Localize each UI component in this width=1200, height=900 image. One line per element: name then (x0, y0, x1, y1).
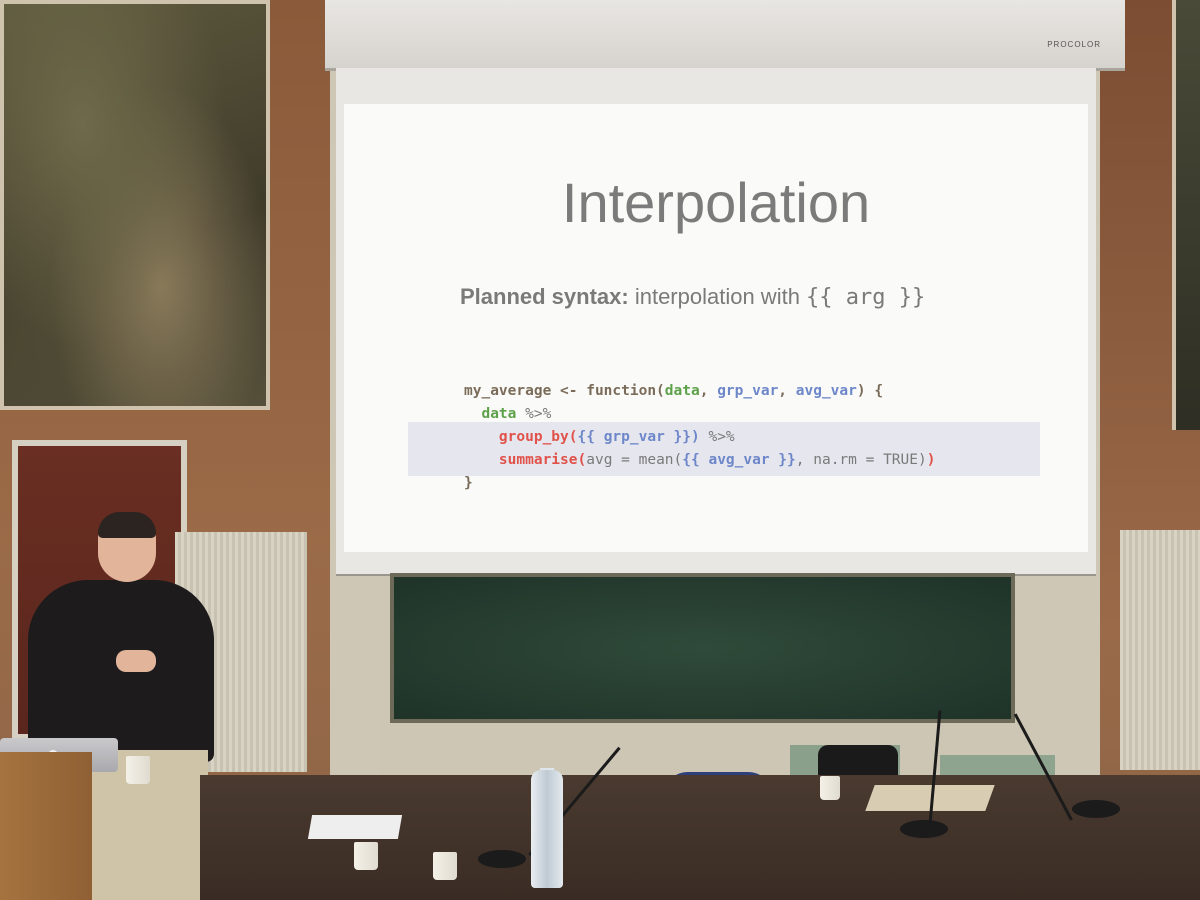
housing-brand-label: PROCOLOR (1047, 40, 1101, 49)
water-bottle (531, 770, 563, 888)
slide-title: Interpolation (561, 171, 871, 234)
code-line-5: } (464, 475, 473, 491)
slide-subtitle-text: interpolation with (628, 284, 807, 309)
mural-painting-right (1172, 0, 1200, 430)
microphone-base (478, 850, 526, 868)
presentation-slide: Interpolation Planned syntax: interpolat… (344, 104, 1088, 552)
paper-cup (354, 842, 378, 870)
presenter-hair (98, 512, 156, 538)
podium (0, 752, 92, 900)
code-line-4: summarise(avg = mean({{ avg_var }}, na.r… (498, 452, 936, 468)
code-line-1: my_average <- function(data, grp_var, av… (464, 383, 884, 399)
radiator-right (1120, 530, 1200, 770)
code-block: my_average <- function(data, grp_var, av… (464, 380, 935, 495)
screen-housing: PROCOLOR (325, 0, 1125, 71)
microphone-base (1072, 800, 1120, 818)
mural-painting (0, 0, 270, 410)
code-line-3: group_by({{ grp_var }}) %>% (498, 429, 735, 445)
presenter-hand (116, 650, 156, 672)
paper-cup (433, 852, 457, 880)
slide-subtitle-bold: Planned syntax: (460, 284, 629, 309)
code-line-2: data %>% (481, 406, 552, 422)
microphone-base (900, 820, 948, 838)
paper-sheet (307, 815, 403, 839)
paper-cup (820, 776, 840, 800)
slide-subtitle: Planned syntax: interpolation with {{ ar… (460, 284, 925, 310)
chalkboard (390, 573, 1015, 723)
presenter (28, 512, 214, 762)
slide-subtitle-code: {{ arg }} (806, 285, 926, 310)
paper-cup (126, 756, 150, 784)
